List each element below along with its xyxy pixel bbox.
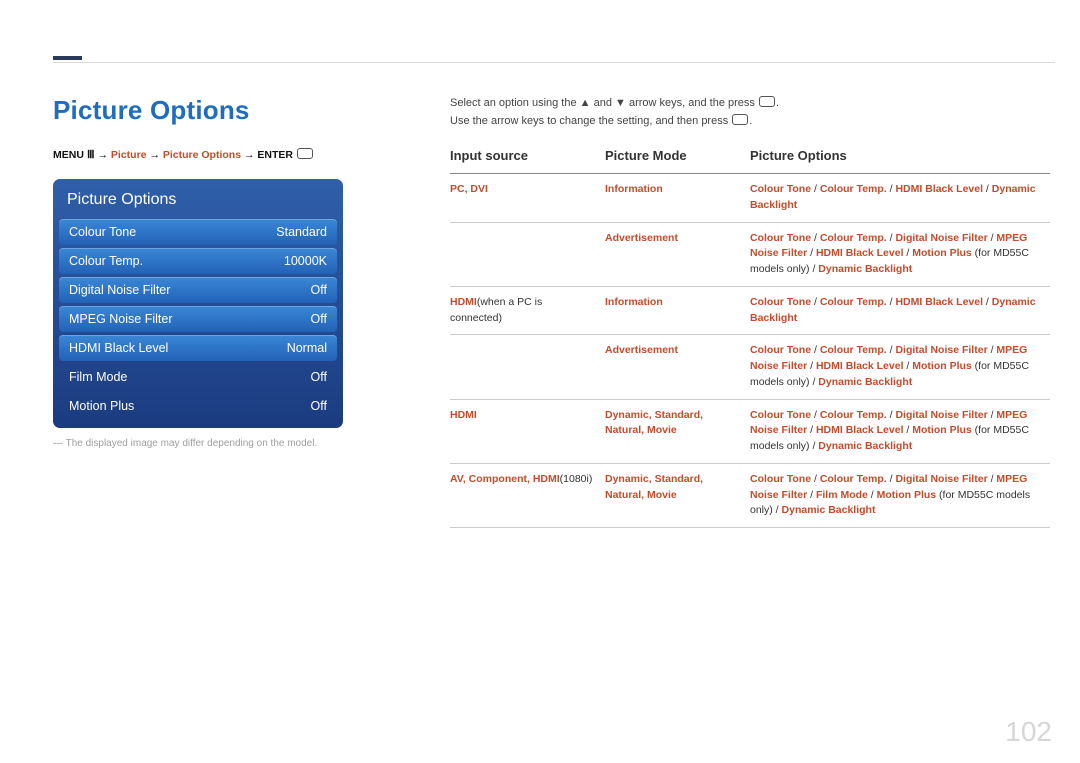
menu-icon: Ⅲ xyxy=(84,149,95,161)
panel-row[interactable]: HDMI Black Level Normal xyxy=(59,335,337,361)
cell-picture-options: Colour Tone / Colour Temp. / Digital Noi… xyxy=(750,222,1050,286)
panel-row-label: HDMI Black Level xyxy=(69,341,168,355)
cell-picture-mode: Advertisement xyxy=(605,222,750,286)
table-row: HDMI(when a PC is connected)InformationC… xyxy=(450,286,1050,335)
page-number: 102 xyxy=(1005,716,1052,748)
panel-title: Picture Options xyxy=(59,187,337,219)
bc-options: Picture Options xyxy=(163,149,241,161)
options-panel: Picture Options Colour ToneStandardColou… xyxy=(53,179,343,428)
cell-picture-mode: Dynamic, Standard, Natural, Movie xyxy=(605,399,750,463)
cell-picture-options: Colour Tone / Colour Temp. / Digital Noi… xyxy=(750,463,1050,527)
cell-picture-options: Colour Tone / Colour Temp. / Digital Noi… xyxy=(750,335,1050,399)
table-row: AV, Component, HDMI(1080i)Dynamic, Stand… xyxy=(450,463,1050,527)
instructions: Select an option using the ▲ and ▼ arrow… xyxy=(450,95,1050,130)
footnote: ― The displayed image may differ dependi… xyxy=(53,438,343,449)
cell-picture-options: Colour Tone / Colour Temp. / HDMI Black … xyxy=(750,286,1050,335)
cell-picture-mode: Dynamic, Standard, Natural, Movie xyxy=(605,463,750,527)
arrow-icon: → xyxy=(244,149,257,161)
down-arrow-icon: ▼ xyxy=(615,97,626,109)
panel-row-label: Colour Temp. xyxy=(69,254,143,268)
cell-input-source: HDMI(when a PC is connected) xyxy=(450,286,605,335)
th-input-source: Input source xyxy=(450,148,605,174)
panel-row-label: Digital Noise Filter xyxy=(69,283,170,297)
panel-row[interactable]: Digital Noise Filter Off xyxy=(59,277,337,303)
panel-row[interactable]: Motion Plus Off xyxy=(59,393,337,419)
up-arrow-icon: ▲ xyxy=(580,97,591,109)
panel-row-value: Off xyxy=(311,312,327,326)
cell-picture-options: Colour Tone / Colour Temp. / Digital Noi… xyxy=(750,399,1050,463)
panel-row-value: Off xyxy=(311,370,327,384)
cell-input-source: HDMI xyxy=(450,399,605,463)
cell-input-source: PC, DVI xyxy=(450,174,605,223)
th-picture-mode: Picture Mode xyxy=(605,148,750,174)
table-row: AdvertisementColour Tone / Colour Temp. … xyxy=(450,335,1050,399)
cell-picture-mode: Advertisement xyxy=(605,335,750,399)
panel-row[interactable]: Colour Temp. 10000K xyxy=(59,248,337,274)
panel-row-value: Off xyxy=(311,399,327,413)
left-column: Picture Options MENU Ⅲ → Picture → Pictu… xyxy=(53,95,343,449)
cell-picture-options: Colour Tone / Colour Temp. / HDMI Black … xyxy=(750,174,1050,223)
cell-input-source: AV, Component, HDMI(1080i) xyxy=(450,463,605,527)
section-marker xyxy=(53,56,82,60)
table-row: AdvertisementColour Tone / Colour Temp. … xyxy=(450,222,1050,286)
th-picture-options: Picture Options xyxy=(750,148,1050,174)
table-row: PC, DVIInformationColour Tone / Colour T… xyxy=(450,174,1050,223)
panel-row[interactable]: Colour Tone Standard xyxy=(59,219,337,245)
panel-row[interactable]: Film Mode Off xyxy=(59,364,337,390)
header-rule xyxy=(53,62,1055,63)
panel-row-label: Film Mode xyxy=(69,370,127,384)
cell-picture-mode: Information xyxy=(605,174,750,223)
right-column: Select an option using the ▲ and ▼ arrow… xyxy=(450,95,1050,528)
options-table: Input source Picture Mode Picture Option… xyxy=(450,148,1050,528)
menu-breadcrumb: MENU Ⅲ → Picture → Picture Options → ENT… xyxy=(53,148,343,161)
panel-row[interactable]: MPEG Noise Filter Off xyxy=(59,306,337,332)
cell-input-source xyxy=(450,222,605,286)
page-title: Picture Options xyxy=(53,95,343,126)
arrow-icon: → xyxy=(97,149,110,161)
panel-row-label: Motion Plus xyxy=(69,399,134,413)
table-row: HDMIDynamic, Standard, Natural, MovieCol… xyxy=(450,399,1050,463)
enter-icon xyxy=(732,114,748,125)
enter-icon xyxy=(297,148,313,159)
panel-row-label: Colour Tone xyxy=(69,225,136,239)
enter-icon xyxy=(759,96,775,107)
cell-picture-mode: Information xyxy=(605,286,750,335)
arrow-icon: → xyxy=(149,149,162,161)
cell-input-source xyxy=(450,335,605,399)
bc-enter: ENTER xyxy=(257,149,293,161)
panel-row-value: Normal xyxy=(287,341,327,355)
panel-row-value: Off xyxy=(311,283,327,297)
panel-row-value: 10000K xyxy=(284,254,327,268)
bc-menu: MENU xyxy=(53,149,84,161)
panel-row-label: MPEG Noise Filter xyxy=(69,312,173,326)
panel-row-value: Standard xyxy=(276,225,327,239)
bc-picture: Picture xyxy=(111,149,147,161)
